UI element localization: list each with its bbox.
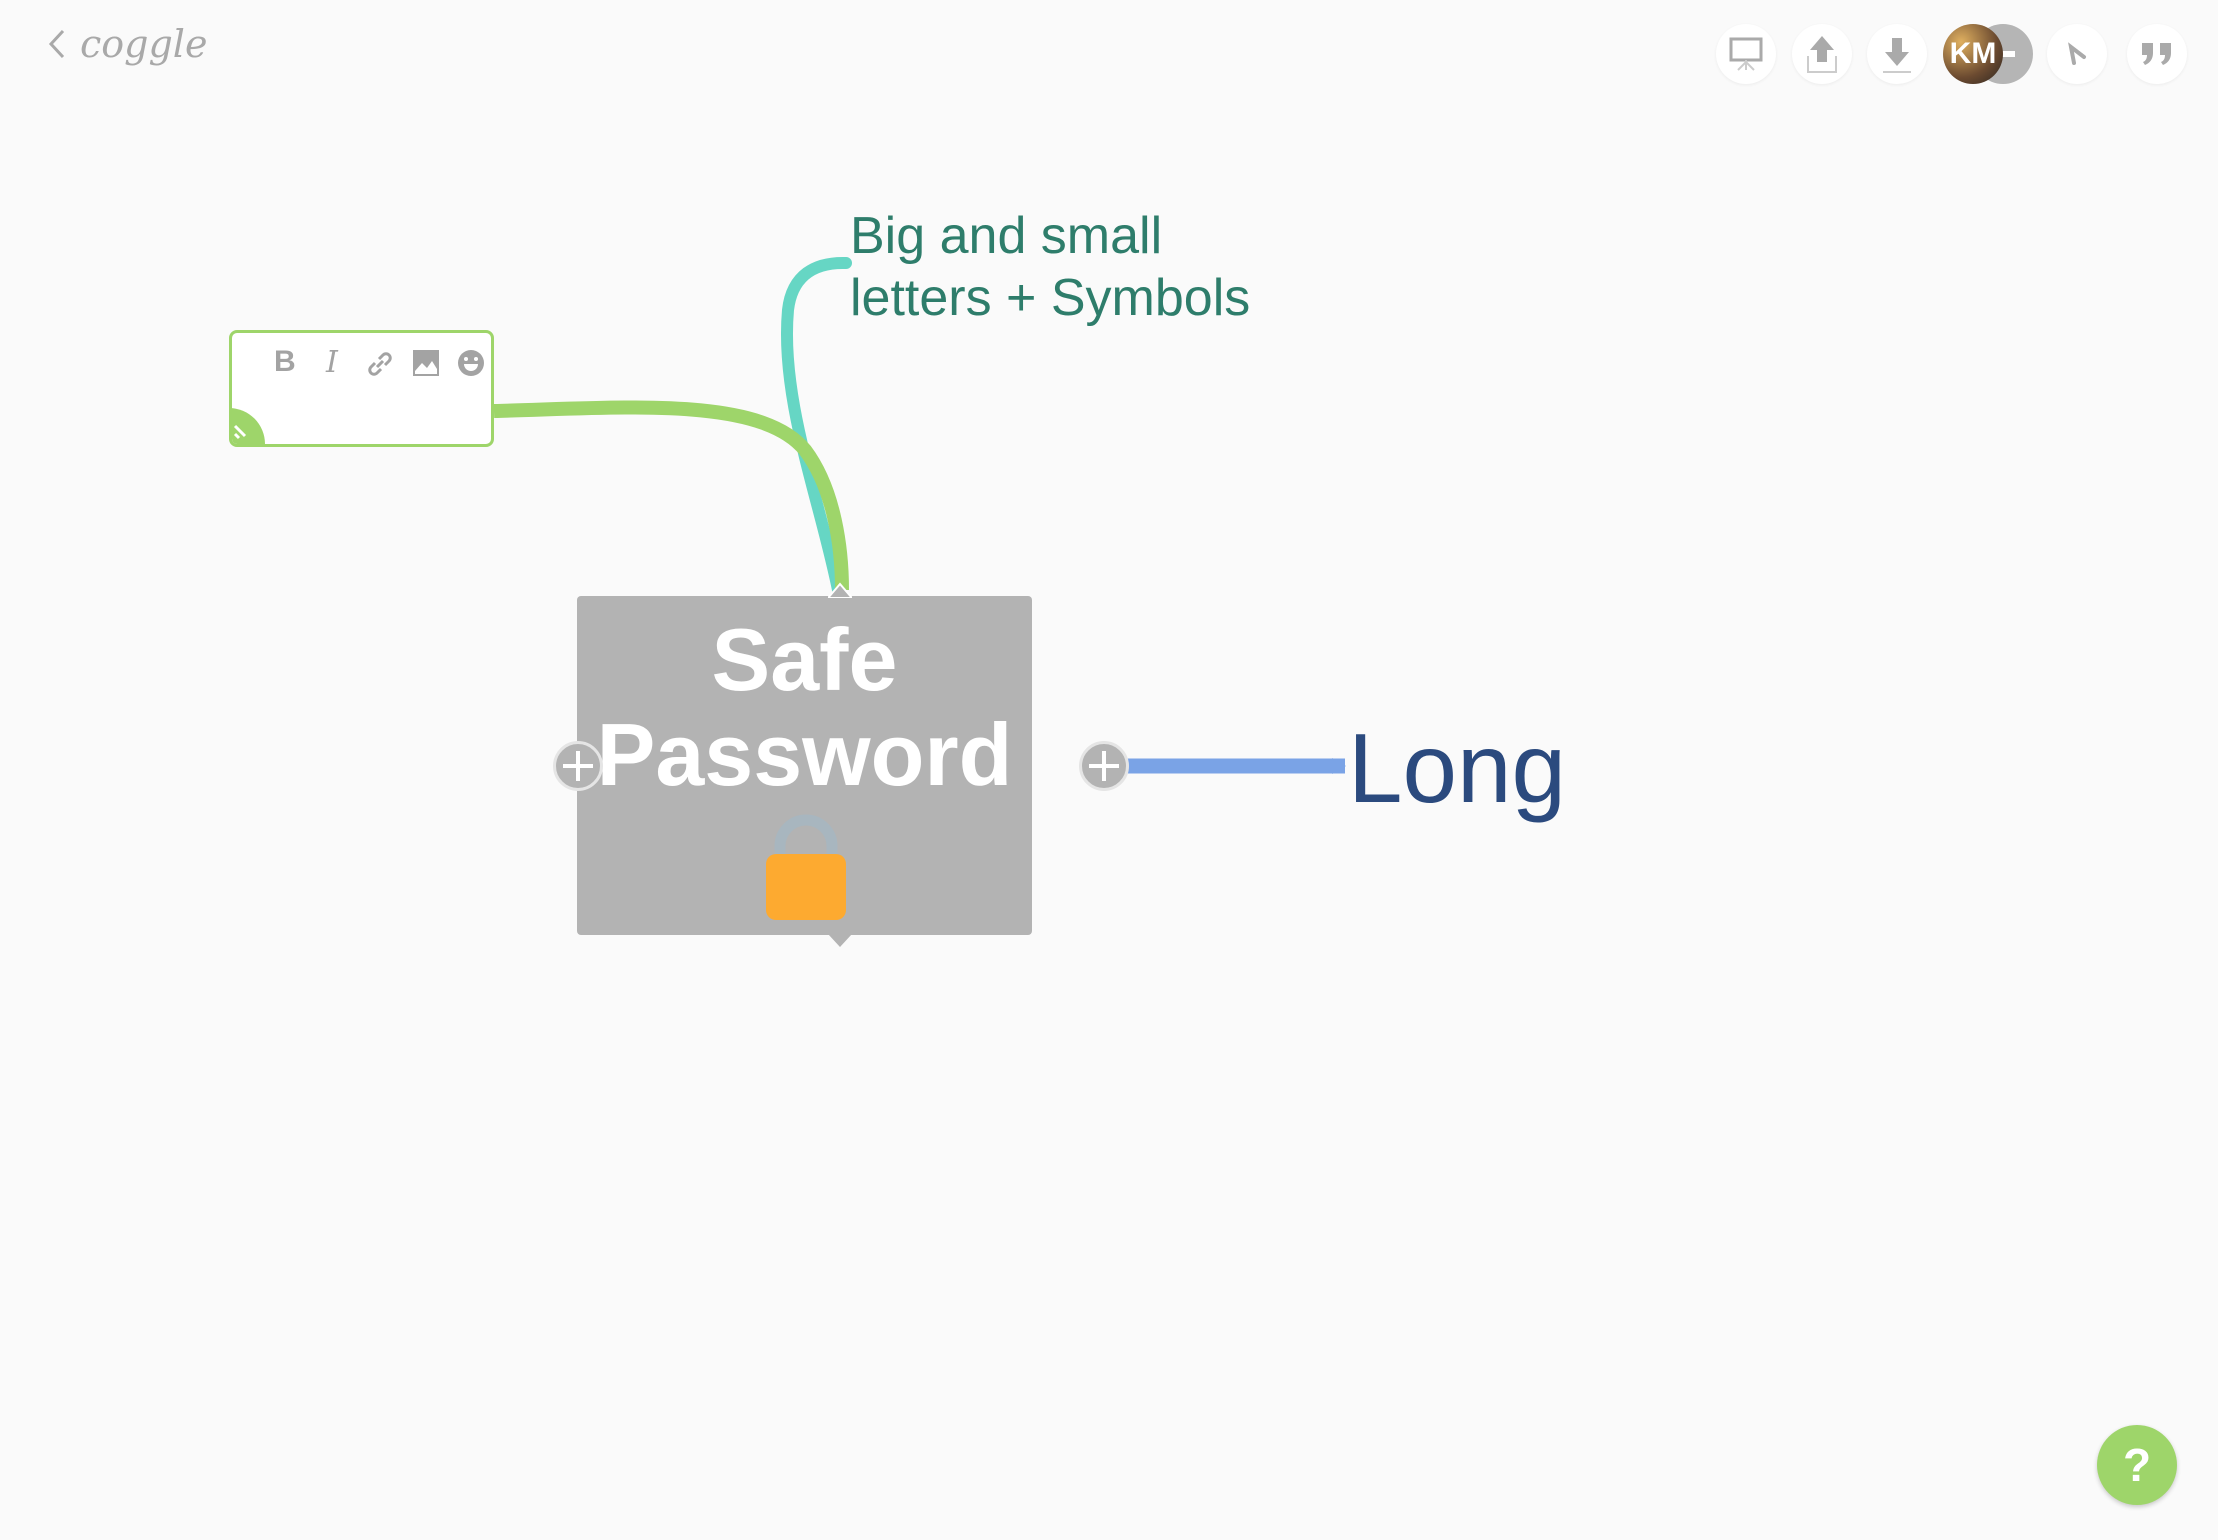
- user-initials: KM: [1949, 37, 1997, 70]
- add-branch-left-button[interactable]: [553, 741, 603, 791]
- node-label-line: letters + Symbols: [850, 269, 1251, 327]
- plus-icon: [1089, 751, 1119, 781]
- branch-line-note: [493, 400, 849, 591]
- root-label-line: Safe: [711, 610, 898, 709]
- link-icon[interactable]: [365, 349, 395, 379]
- image-icon[interactable]: [412, 349, 440, 377]
- help-button[interactable]: ?: [2097, 1425, 2177, 1505]
- italic-button[interactable]: I: [326, 345, 338, 380]
- node-bottom-anchor-icon: [828, 934, 852, 947]
- node-top-anchor-icon: [828, 582, 852, 598]
- node-big-and-small-letters[interactable]: Big and small letters + Symbols: [850, 205, 1250, 329]
- node-long[interactable]: Long: [1348, 712, 1566, 825]
- bold-button[interactable]: B: [274, 345, 296, 379]
- user-avatar[interactable]: KM: [1943, 24, 2003, 84]
- resize-handle-icon[interactable]: [229, 408, 269, 447]
- node-label-line: Big and small: [850, 207, 1163, 265]
- root-node-safe-password[interactable]: Safe Password: [577, 596, 1032, 935]
- add-branch-right-button[interactable]: [1079, 741, 1129, 791]
- note-editor[interactable]: B I: [229, 330, 494, 447]
- lock-icon: [766, 814, 846, 920]
- plus-icon: [563, 751, 593, 781]
- root-label-line: Password: [596, 705, 1013, 804]
- emoji-icon[interactable]: [457, 349, 485, 377]
